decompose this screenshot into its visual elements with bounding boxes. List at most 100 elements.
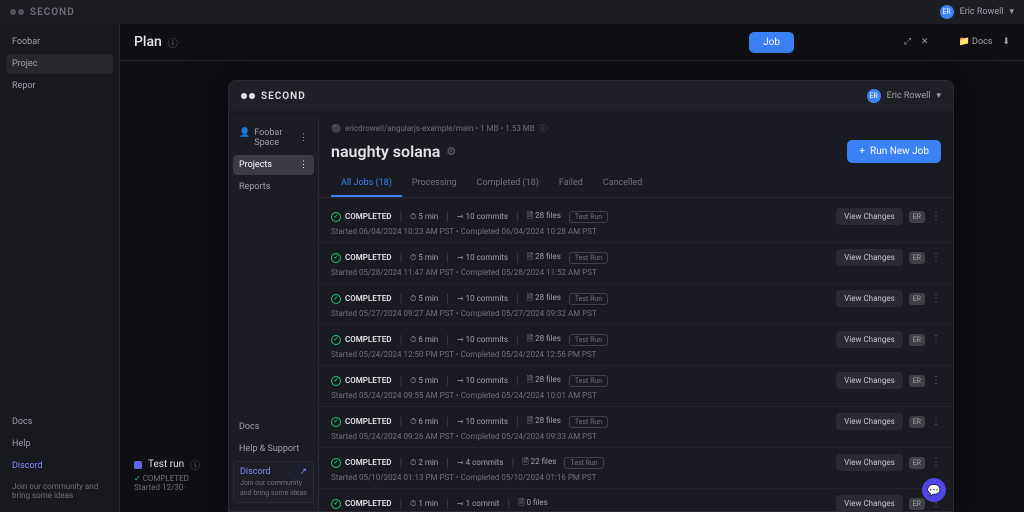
- breadcrumb[interactable]: ⚫ ericdrowell/angularjs-example/main • 1…: [319, 117, 953, 140]
- gear-icon[interactable]: ⚙: [446, 145, 456, 158]
- status-chip: ✓COMPLETED: [331, 458, 391, 468]
- more-icon[interactable]: ⋮: [931, 252, 941, 263]
- check-icon: ✓: [331, 212, 341, 222]
- status-chip: ✓COMPLETED: [331, 335, 391, 345]
- check-icon: ✓: [331, 417, 341, 427]
- bg-topbar: SECOND ER Eric Rowell ▾: [0, 0, 1024, 24]
- tab[interactable]: Processing: [402, 171, 467, 197]
- main-content: ⚫ ericdrowell/angularjs-example/main • 1…: [319, 117, 953, 511]
- view-changes-button[interactable]: View Changes: [836, 454, 903, 471]
- run-new-job-button[interactable]: + Run New Job: [847, 140, 941, 163]
- main-topbar: SECOND ER Eric Rowell ▾: [229, 81, 953, 111]
- info-icon[interactable]: ⓘ: [168, 35, 178, 50]
- job-timestamps: Started 05/27/2024 09:27 AM PST • Comple…: [331, 309, 941, 318]
- check-icon: ✓: [331, 294, 341, 304]
- more-icon[interactable]: ⋮: [931, 211, 941, 222]
- plus-icon: +: [859, 146, 865, 157]
- bg-sidebar-item[interactable]: Projec: [6, 54, 113, 74]
- duration: ⏱ 1 min: [410, 499, 438, 509]
- tabs: All Jobs (18)ProcessingCompleted (18)Fai…: [319, 171, 953, 198]
- status-chip: ✓COMPLETED: [331, 417, 391, 427]
- view-changes-button[interactable]: View Changes: [836, 495, 903, 511]
- main-docs[interactable]: Docs: [233, 417, 314, 437]
- plan-title: Plan ⓘ: [134, 34, 178, 50]
- close-icon[interactable]: ✕: [921, 37, 929, 47]
- main-help[interactable]: Help & Support: [233, 439, 314, 459]
- main-panel: SECOND ER Eric Rowell ▾ 👤Foobar Space⋮ P…: [228, 80, 954, 512]
- tab[interactable]: Cancelled: [593, 171, 652, 197]
- bg-run-job[interactable]: Job: [749, 32, 794, 53]
- bg-discord[interactable]: Discord: [6, 456, 113, 476]
- commits: ⊸ 10 commits: [457, 294, 508, 303]
- status-chip: ✓COMPLETED: [331, 253, 391, 263]
- docs-link[interactable]: Docs: [972, 37, 992, 47]
- more-icon[interactable]: ⋮: [931, 375, 941, 386]
- duration: ⏱ 5 min: [410, 253, 438, 263]
- test-run-badge: Test Run: [569, 211, 608, 223]
- main-logo: SECOND: [241, 91, 306, 102]
- bg-sidebar-item[interactable]: Foobar: [6, 32, 113, 52]
- duration: ⏱ 5 min: [410, 212, 438, 222]
- sidebar-item-projects[interactable]: Projects⋮: [233, 155, 314, 175]
- expand-icon[interactable]: ⤢: [904, 37, 911, 47]
- view-changes-button[interactable]: View Changes: [836, 413, 903, 430]
- user-chip: ER: [909, 498, 925, 510]
- user-chip: ER: [909, 293, 925, 305]
- view-changes-button[interactable]: View Changes: [836, 372, 903, 389]
- check-icon: ✓: [331, 253, 341, 263]
- bg-help[interactable]: Help: [6, 434, 113, 454]
- view-changes-button[interactable]: View Changes: [836, 208, 903, 225]
- commits: ⊸ 10 commits: [457, 335, 508, 344]
- tab[interactable]: All Jobs (18): [331, 171, 402, 197]
- info-icon: ⓘ: [539, 123, 547, 134]
- avatar: ER: [867, 89, 881, 103]
- sidebar-item-reports[interactable]: Reports: [233, 177, 314, 197]
- bg-sidebar-item[interactable]: Repor: [6, 76, 113, 96]
- main-discord[interactable]: Discord↗ Join our community and bring so…: [233, 461, 314, 503]
- tab[interactable]: Completed (18): [467, 171, 549, 197]
- bg-docs[interactable]: Docs: [6, 412, 113, 432]
- status-chip: ✓COMPLETED: [331, 212, 391, 222]
- job-timestamps: Started 05/28/2024 11:47 AM PST • Comple…: [331, 268, 941, 277]
- job-row: ✓COMPLETED | ⏱ 5 min | ⊸ 10 commits | 🗎 …: [319, 284, 953, 325]
- job-row: ✓COMPLETED | ⏱ 2 min | ⊸ 4 commits | 🗎 2…: [319, 448, 953, 489]
- more-icon[interactable]: ⋮: [931, 416, 941, 427]
- user-chip: ER: [909, 211, 925, 223]
- commits: ⊸ 1 commit: [457, 499, 500, 508]
- job-row: ✓COMPLETED | ⏱ 1 min | ⊸ 1 commit | 🗎 0 …: [319, 489, 953, 511]
- check-icon: ✓: [331, 458, 341, 468]
- job-row: ✓COMPLETED | ⏱ 5 min | ⊸ 10 commits | 🗎 …: [319, 243, 953, 284]
- info-icon: ⓘ: [190, 457, 200, 472]
- user-chip: ER: [909, 416, 925, 428]
- job-row: ✓COMPLETED | ⏱ 5 min | ⊸ 10 commits | 🗎 …: [319, 202, 953, 243]
- job-timestamps: Started 06/04/2024 10:23 AM PST • Comple…: [331, 227, 941, 236]
- test-run-badge: Test Run: [564, 457, 603, 469]
- check-icon: ✓: [331, 335, 341, 345]
- more-icon[interactable]: ⋮: [931, 293, 941, 304]
- tab[interactable]: Failed: [549, 171, 593, 197]
- commits: ⊸ 10 commits: [457, 212, 508, 221]
- view-changes-button[interactable]: View Changes: [836, 290, 903, 307]
- duration: ⏱ 5 min: [410, 294, 438, 304]
- workspace-select[interactable]: 👤Foobar Space⋮: [233, 123, 314, 153]
- chat-bubble[interactable]: 💬: [922, 478, 946, 502]
- external-link-icon: ↗: [299, 467, 307, 477]
- chevron-down-icon: ▾: [936, 91, 941, 101]
- more-icon[interactable]: ⋮: [931, 334, 941, 345]
- files: 🗎 28 files: [527, 210, 561, 224]
- test-run-badge: Test Run: [569, 416, 608, 428]
- view-changes-button[interactable]: View Changes: [836, 331, 903, 348]
- view-changes-button[interactable]: View Changes: [836, 249, 903, 266]
- duration: ⏱ 2 min: [410, 458, 438, 468]
- chevron-down-icon: ▾: [1009, 7, 1014, 17]
- more-icon[interactable]: ⋮: [931, 457, 941, 468]
- download-icon[interactable]: ⬇: [1002, 37, 1010, 47]
- test-run-badge: Test Run: [569, 252, 608, 264]
- bg-user[interactable]: ER Eric Rowell ▾: [940, 5, 1014, 19]
- project-title: naughty solana ⚙: [331, 142, 456, 161]
- user-chip: ER: [909, 457, 925, 469]
- main-user[interactable]: ER Eric Rowell ▾: [867, 89, 941, 103]
- test-run-row[interactable]: Test run ⓘ: [134, 457, 200, 472]
- job-row: ✓COMPLETED | ⏱ 6 min | ⊸ 10 commits | 🗎 …: [319, 407, 953, 448]
- commits: ⊸ 10 commits: [457, 253, 508, 262]
